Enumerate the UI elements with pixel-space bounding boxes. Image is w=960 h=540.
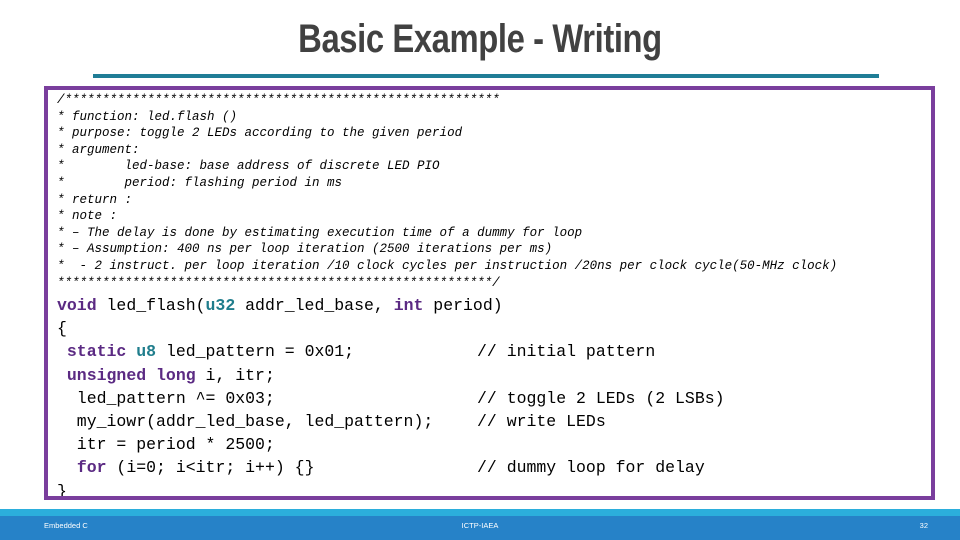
comment-line: * - 2 instruct. per loop iteration /10 c… — [57, 258, 838, 273]
code-inline-comment: // initial pattern — [477, 342, 656, 362]
title-underline-rule — [93, 74, 879, 78]
code-text: led_pattern = 0x01; — [156, 342, 355, 362]
code-text: my_iowr(addr_led_base, led_pattern); — [57, 411, 434, 431]
code-keyword: int — [393, 296, 424, 315]
code-line: { — [57, 317, 503, 340]
code-type: u8 — [136, 342, 157, 362]
code-line: for (i=0; i<itr; i++) {} // dummy loop fo… — [57, 456, 705, 479]
comment-line: * led-base: base address of discrete LED… — [57, 159, 440, 174]
code-line: led_pattern ^= 0x03; // toggle 2 LEDs (2 … — [57, 387, 725, 410]
comment-line: * purpose: toggle 2 LEDs according to th… — [57, 126, 463, 141]
footer-bar: Embedded C ICTP-IAEA 32 — [0, 516, 960, 540]
code-line: } — [57, 480, 503, 500]
comment-line: /***************************************… — [57, 93, 500, 107]
code-inline-comment: // dummy loop for delay — [477, 458, 705, 478]
page-title: Basic Example - Writing — [298, 17, 662, 61]
code-text: i, itr; — [195, 365, 275, 385]
footer-accent-strip — [0, 509, 960, 516]
code-listing-box: /***************************************… — [44, 86, 935, 500]
code-text: led_pattern ^= 0x03; — [57, 388, 275, 408]
code-inline-comment: // toggle 2 LEDs (2 LSBs) — [477, 388, 725, 408]
footer-page-number: 32 — [919, 521, 928, 530]
code-area: /***************************************… — [52, 92, 931, 500]
comment-line: * note : — [57, 209, 118, 224]
code-line: unsigned long i, itr; — [57, 364, 503, 387]
code-keyword: unsigned long — [66, 365, 196, 385]
code-line: static u8 led_pattern = 0x01; // initial … — [57, 340, 655, 363]
code-type: u32 — [205, 296, 236, 315]
code-text: { — [57, 319, 67, 339]
code-text: } — [57, 481, 67, 500]
comment-line: * function: led.flash () — [57, 109, 238, 124]
code-keyword: void — [57, 296, 97, 315]
code-text: addr_led_base, — [235, 296, 394, 315]
comment-line: * – Assumption: 400 ns per loop iteratio… — [57, 242, 553, 257]
code-keyword: for — [76, 458, 107, 478]
code-line: void led_flash(u32 addr_led_base, int pe… — [57, 294, 503, 317]
code-line: itr = period * 2500; — [57, 433, 503, 456]
code-line: my_iowr(addr_led_base, led_pattern); // w… — [57, 410, 606, 433]
code-text: led_flash( — [96, 296, 206, 315]
comment-line: * argument: — [57, 142, 140, 157]
code-text: (i=0; i<itr; i++) {} — [106, 458, 315, 478]
code-text: itr = period * 2500; — [57, 435, 275, 455]
comment-line: * return : — [57, 192, 133, 207]
code-body: void led_flash(u32 addr_led_base, int pe… — [57, 294, 725, 500]
comment-line: ****************************************… — [57, 275, 500, 290]
code-inline-comment: // write LEDs — [477, 411, 606, 431]
code-text: period) — [423, 296, 503, 315]
code-keyword: static — [66, 342, 127, 362]
comment-line: * – The delay is done by estimating exec… — [57, 225, 583, 240]
comment-line: * period: flashing period in ms — [57, 175, 343, 190]
code-comment-header: /***************************************… — [57, 92, 837, 291]
